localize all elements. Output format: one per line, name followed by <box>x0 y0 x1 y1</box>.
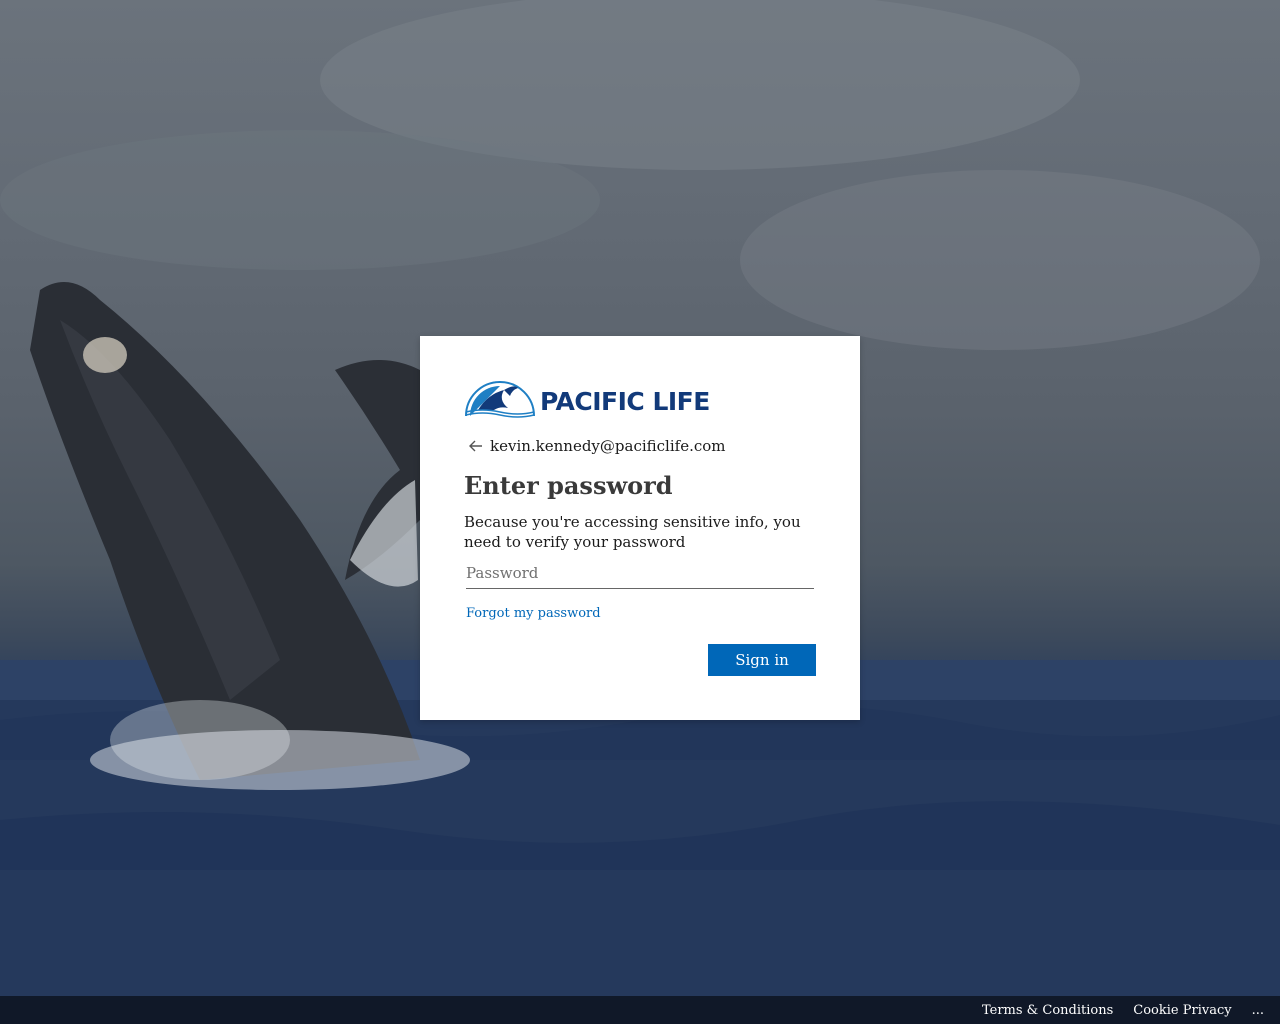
sign-in-button[interactable]: Sign in <box>708 644 816 676</box>
password-input[interactable] <box>466 558 814 589</box>
cookie-privacy-link[interactable]: Cookie Privacy <box>1133 1003 1231 1018</box>
whale-breach-logo-icon <box>465 381 535 418</box>
identity-banner: kevin.kennedy@pacificlife.com <box>464 436 816 456</box>
page-description: Because you're accessing sensitive info,… <box>464 513 801 551</box>
login-card: PACIFIC LIFE kevin.kennedy@pacificlife.c… <box>420 336 860 720</box>
arrow-left-icon[interactable] <box>464 434 488 458</box>
terms-link[interactable]: Terms & Conditions <box>982 1003 1113 1018</box>
more-options-link[interactable]: ... <box>1252 1003 1264 1018</box>
button-row: Sign in <box>708 644 816 676</box>
forgot-password-link[interactable]: Forgot my password <box>466 606 601 621</box>
page-title: Enter password <box>464 471 673 500</box>
identity-email: kevin.kennedy@pacificlife.com <box>490 437 726 455</box>
brand-name: PACIFIC LIFE <box>540 386 710 416</box>
footer: Terms & Conditions Cookie Privacy ... <box>0 996 1280 1024</box>
brand-logo: PACIFIC LIFE <box>464 380 816 418</box>
